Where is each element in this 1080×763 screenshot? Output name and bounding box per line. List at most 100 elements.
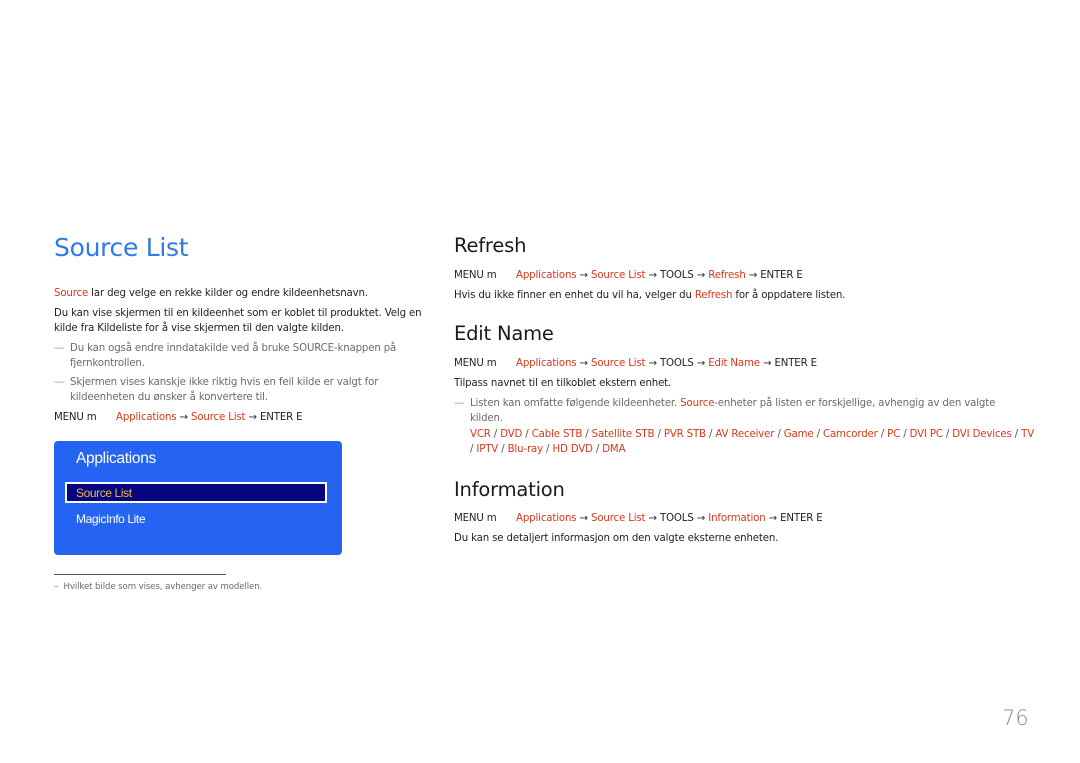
note-dash-icon: —: [454, 398, 465, 409]
separator: /: [490, 429, 501, 440]
arrow-icon: →: [648, 270, 658, 281]
path-step-source-list: Source List: [591, 270, 646, 281]
arrow-icon: →: [579, 513, 589, 524]
path-enter: ENTER E: [774, 358, 817, 369]
path-enter: ENTER E: [259, 412, 303, 423]
device-item: Satellite STB: [591, 429, 655, 440]
path-action: Information: [708, 513, 766, 524]
applications-menu-panel: Applications Source List MagicInfo Lite: [54, 441, 342, 555]
device-item: Camcorder: [822, 429, 878, 440]
note-text: Du kan også endre inndatakilde ved å bru…: [70, 343, 397, 369]
device-item: DVD: [500, 429, 523, 440]
menu-item-source-list[interactable]: Source List: [65, 482, 327, 503]
path-tools: TOOLS: [659, 513, 694, 524]
menu-item-magicinfo-lite[interactable]: MagicInfo Lite: [76, 512, 146, 526]
section-title-edit-name: Edit Name: [454, 322, 554, 345]
menu-path-edit-name: MENU m Applications → Source List → TOOLS…: [454, 357, 817, 371]
path-step-applications: Applications: [116, 412, 177, 423]
separator: /: [774, 429, 784, 440]
separator: /: [498, 443, 508, 455]
description-paragraph: Du kan vise skjermen til en kildeenhet s…: [54, 308, 422, 334]
path-action: Refresh: [708, 270, 746, 281]
device-item: AV Receiver: [715, 429, 775, 440]
text-part: Hvis du ikke finner en enhet du vil ha, …: [454, 290, 695, 301]
note-text: Listen kan omfatte følgende kildeenheter…: [454, 397, 1014, 426]
arrow-icon: →: [768, 513, 778, 524]
menu-path-information: MENU m Applications → Source List → TOOLS…: [454, 512, 823, 526]
arrow-icon: →: [179, 412, 189, 423]
device-item: Blu-ray: [507, 443, 544, 455]
arrow-icon: →: [248, 412, 258, 423]
menu-key: MENU m: [454, 270, 497, 281]
device-list: VCR / DVD / Cable STB / Satellite STB / …: [470, 428, 1035, 457]
note-dash-icon: —: [54, 377, 65, 388]
device-item: PC: [887, 429, 901, 440]
path-enter: ENTER E: [760, 270, 803, 281]
path-tools: TOOLS: [659, 358, 694, 369]
information-description: Du kan se detaljert informasjon om den v…: [454, 533, 779, 544]
path-step-applications: Applications: [516, 358, 577, 369]
path-step-applications: Applications: [516, 513, 577, 524]
arrow-icon: →: [648, 358, 658, 369]
arrow-icon: →: [579, 358, 589, 369]
note-2: — Skjermen vises kanskje ikke riktig hvi…: [54, 376, 414, 405]
refresh-highlight: Refresh: [694, 290, 733, 301]
arrow-icon: →: [696, 358, 706, 369]
device-item: VCR: [470, 429, 491, 440]
arrow-icon: →: [696, 513, 706, 524]
device-item: IPTV: [476, 443, 499, 455]
menu-path-refresh: MENU m Applications → Source List → TOOLS…: [454, 269, 803, 283]
device-item: DMA: [602, 443, 626, 455]
footnote: – Hvilket bilde som vises, avhenger av m…: [54, 582, 262, 592]
intro-text: Source lar deg velge en rekke kilder og …: [54, 287, 424, 302]
menu-item-label: Source List: [76, 486, 132, 500]
path-step-applications: Applications: [516, 270, 577, 281]
device-item: DVI PC: [909, 429, 943, 440]
path-tools: TOOLS: [659, 270, 694, 281]
note-dash-icon: —: [54, 343, 65, 354]
source-highlight: Source: [54, 288, 89, 299]
text-part: Listen kan omfatte følgende kildeenheter…: [470, 398, 681, 409]
menu-key: MENU m: [454, 513, 497, 524]
text-part: for å oppdatere listen.: [732, 290, 846, 301]
edit-name-description: Tilpass navnet til en tilkoblet ekstern …: [454, 378, 672, 389]
menu-key: MENU m: [54, 412, 97, 423]
path-enter: ENTER E: [780, 513, 823, 524]
arrow-icon: →: [579, 270, 589, 281]
note-text: Skjermen vises kanskje ikke riktig hvis …: [70, 377, 379, 403]
device-item: HD DVD: [552, 443, 593, 455]
arrow-icon: →: [648, 513, 658, 524]
separator: /: [942, 429, 953, 440]
refresh-description: Hvis du ikke finner en enhet du vil ha, …: [454, 289, 1014, 304]
page-number: 76: [1002, 706, 1029, 730]
path-step-source-list: Source List: [191, 412, 246, 423]
device-item: Cable STB: [531, 429, 583, 440]
source-highlight: Source: [680, 398, 715, 409]
section-title-refresh: Refresh: [454, 234, 527, 257]
footnote-text: Hvilket bilde som vises, avhenger av mod…: [63, 582, 263, 592]
separator: /: [582, 429, 592, 440]
device-item: DVI Devices: [952, 429, 1012, 440]
menu-path-source-list: MENU m Applications → Source List → ENTER…: [54, 411, 303, 425]
separator: /: [654, 429, 664, 440]
separator: /: [705, 429, 716, 440]
arrow-icon: →: [696, 270, 706, 281]
intro-rest: lar deg velge en rekke kilder og endre k…: [88, 288, 368, 299]
path-action: Edit Name: [708, 358, 760, 369]
section-title-information: Information: [454, 478, 565, 501]
device-item: TV: [1021, 429, 1035, 440]
section-title-source-list: Source List: [54, 233, 189, 262]
separator: /: [877, 429, 888, 440]
footnote-divider: [54, 574, 226, 575]
device-item: Game: [783, 429, 814, 440]
separator: /: [900, 429, 910, 440]
note-1: — Du kan også endre inndatakilde ved å b…: [54, 342, 414, 371]
separator: /: [1011, 429, 1022, 440]
arrow-icon: →: [762, 358, 772, 369]
separator: /: [813, 429, 823, 440]
menu-key: MENU m: [454, 358, 497, 369]
device-item: PVR STB: [663, 429, 706, 440]
panel-title: Applications: [76, 450, 156, 467]
arrow-icon: →: [748, 270, 758, 281]
separator: /: [592, 443, 603, 455]
